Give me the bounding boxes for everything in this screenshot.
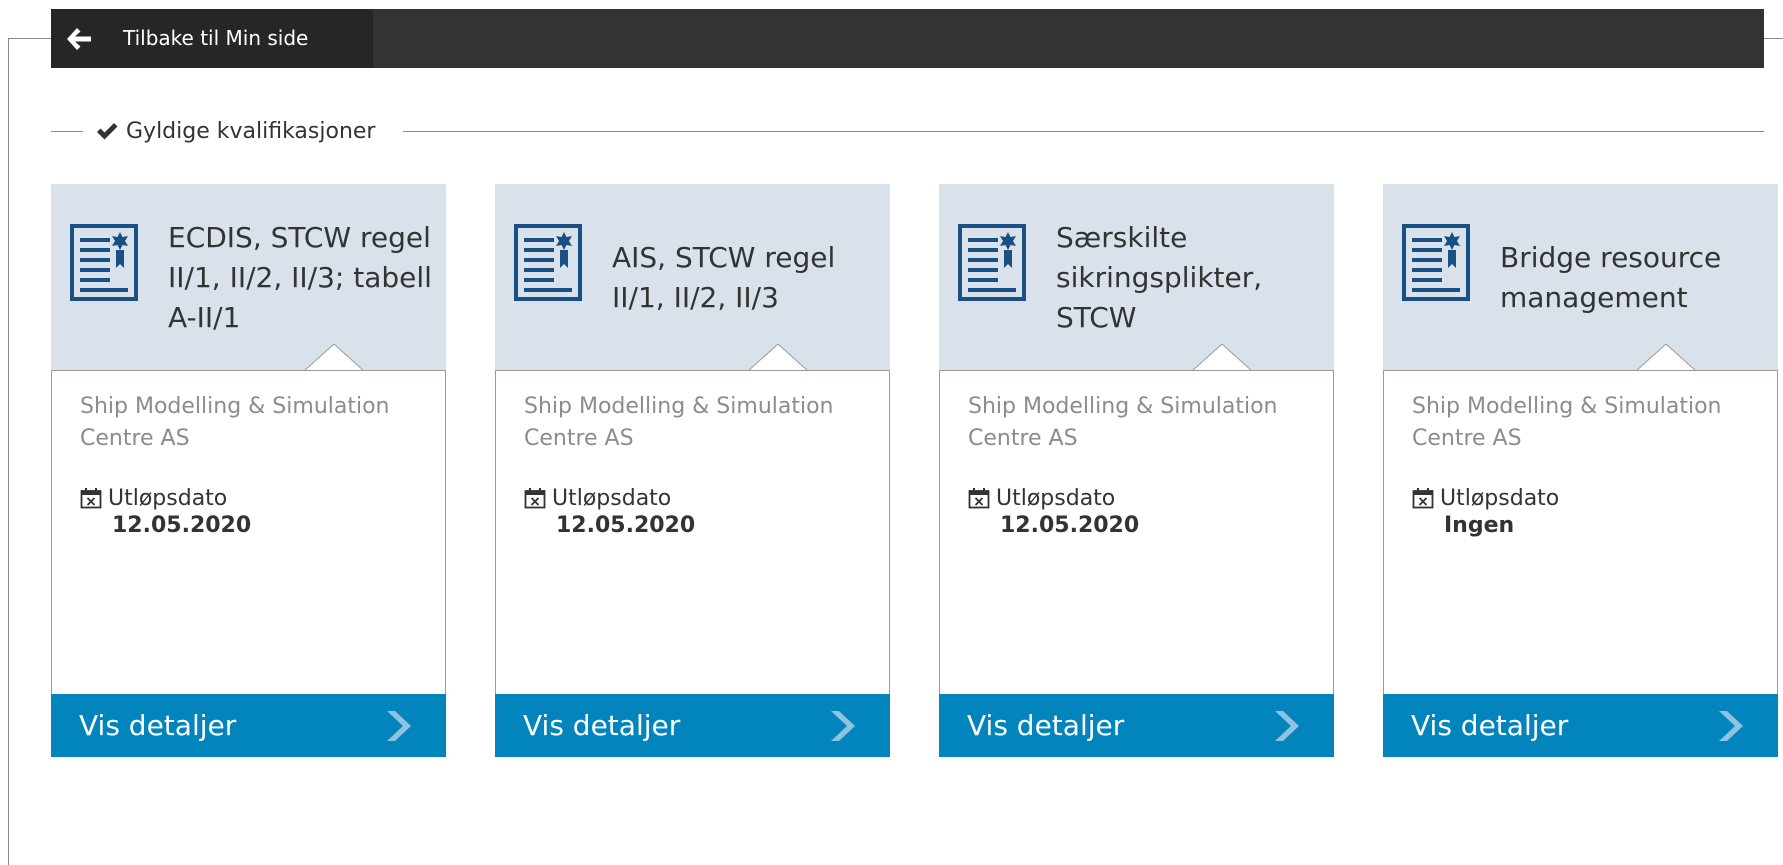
- expiry-label: Utløpsdato: [108, 485, 228, 511]
- expiry-row: Utløpsdato: [80, 483, 227, 513]
- card-title-text: Bridge resource management: [1500, 240, 1722, 314]
- card-header: Bridge resource management: [1383, 184, 1778, 371]
- top-bar: Tilbake til Min side: [51, 9, 1764, 68]
- back-to-my-page-button[interactable]: Tilbake til Min side: [51, 9, 373, 68]
- section-title: Gyldige kvalifikasjoner: [126, 119, 376, 144]
- checkmark-icon: [97, 123, 118, 140]
- section-divider-left: [51, 131, 83, 132]
- card-pointer-notch: [1636, 344, 1696, 372]
- expiry-date: 12.05.2020: [556, 513, 696, 538]
- section-divider-right: [403, 131, 1764, 132]
- qualification-card-1: ECDIS, STCW regel II/1, II/2, II/3; tabe…: [51, 184, 446, 757]
- calendar-icon: [968, 488, 990, 509]
- qualification-card-3: Særskilte sikringsplikter, STCW Ship Mod…: [939, 184, 1334, 757]
- expiry-date: 12.05.2020: [1000, 513, 1140, 538]
- expiry-row: Utløpsdato: [968, 483, 1115, 513]
- chevron-right-icon: [1275, 711, 1299, 741]
- course-provider: Ship Modelling & Simulation Centre AS: [524, 394, 834, 451]
- expiry-label: Utløpsdato: [1440, 485, 1560, 511]
- show-details-button[interactable]: Vis detaljer: [1383, 694, 1778, 757]
- expiry-label: Utløpsdato: [552, 485, 672, 511]
- card-title-text: Særskilte sikringsplikter, STCW: [1056, 220, 1263, 334]
- calendar-icon: [524, 488, 546, 509]
- show-details-button[interactable]: Vis detaljer: [51, 694, 446, 757]
- show-details-label: Vis detaljer: [79, 709, 237, 742]
- certificate-icon: [70, 224, 138, 301]
- card-title: ECDIS, STCW regel II/1, II/2, II/3; tabe…: [168, 184, 433, 371]
- qualification-card-2: AIS, STCW regel II/1, II/2, II/3 Ship Mo…: [495, 184, 890, 757]
- certificate-icon: [958, 224, 1026, 301]
- chevron-right-icon: [387, 711, 411, 741]
- calendar-icon: [1412, 488, 1434, 509]
- card-pointer-notch: [748, 344, 808, 372]
- card-body: Ship Modelling & Simulation Centre AS Ut…: [939, 370, 1334, 695]
- show-details-label: Vis detaljer: [523, 709, 681, 742]
- chevron-right-icon: [831, 711, 855, 741]
- expiry-row: Utløpsdato: [1412, 483, 1559, 513]
- calendar-icon: [80, 488, 102, 509]
- card-header: AIS, STCW regel II/1, II/2, II/3: [495, 184, 890, 371]
- expiry-label: Utløpsdato: [996, 485, 1116, 511]
- qualification-card-4: Bridge resource management Ship Modellin…: [1383, 184, 1778, 757]
- show-details-button[interactable]: Vis detaljer: [495, 694, 890, 757]
- card-body: Ship Modelling & Simulation Centre AS Ut…: [51, 370, 446, 695]
- expiry-date: Ingen: [1444, 513, 1515, 538]
- card-header: ECDIS, STCW regel II/1, II/2, II/3; tabe…: [51, 184, 446, 371]
- card-title: Særskilte sikringsplikter, STCW: [1056, 184, 1321, 371]
- certificate-icon: [514, 224, 582, 301]
- frame-border-left: [8, 38, 9, 865]
- chevron-right-icon: [1719, 711, 1743, 741]
- expiry-date: 12.05.2020: [112, 513, 252, 538]
- frame-border-top-right: [1764, 38, 1783, 39]
- section-header: Gyldige kvalifikasjoner: [51, 112, 1764, 152]
- card-title: Bridge resource management: [1500, 184, 1765, 371]
- show-details-label: Vis detaljer: [1411, 709, 1569, 742]
- card-body: Ship Modelling & Simulation Centre AS Ut…: [495, 370, 890, 695]
- course-provider: Ship Modelling & Simulation Centre AS: [968, 394, 1278, 451]
- course-provider: Ship Modelling & Simulation Centre AS: [80, 394, 390, 451]
- card-pointer-notch: [1192, 344, 1252, 372]
- course-provider: Ship Modelling & Simulation Centre AS: [1412, 394, 1722, 451]
- card-title: AIS, STCW regel II/1, II/2, II/3: [612, 184, 877, 371]
- card-header: Særskilte sikringsplikter, STCW: [939, 184, 1334, 371]
- card-title-text: ECDIS, STCW regel II/1, II/2, II/3; tabe…: [168, 220, 432, 334]
- card-body: Ship Modelling & Simulation Centre AS Ut…: [1383, 370, 1778, 695]
- expiry-row: Utløpsdato: [524, 483, 671, 513]
- arrow-left-icon: [67, 28, 91, 50]
- show-details-button[interactable]: Vis detaljer: [939, 694, 1334, 757]
- certificate-icon: [1402, 224, 1470, 301]
- back-button-label: Tilbake til Min side: [123, 26, 309, 50]
- card-pointer-notch: [304, 344, 364, 372]
- card-title-text: AIS, STCW regel II/1, II/2, II/3: [612, 240, 836, 314]
- frame-border-top-left: [8, 38, 52, 39]
- show-details-label: Vis detaljer: [967, 709, 1125, 742]
